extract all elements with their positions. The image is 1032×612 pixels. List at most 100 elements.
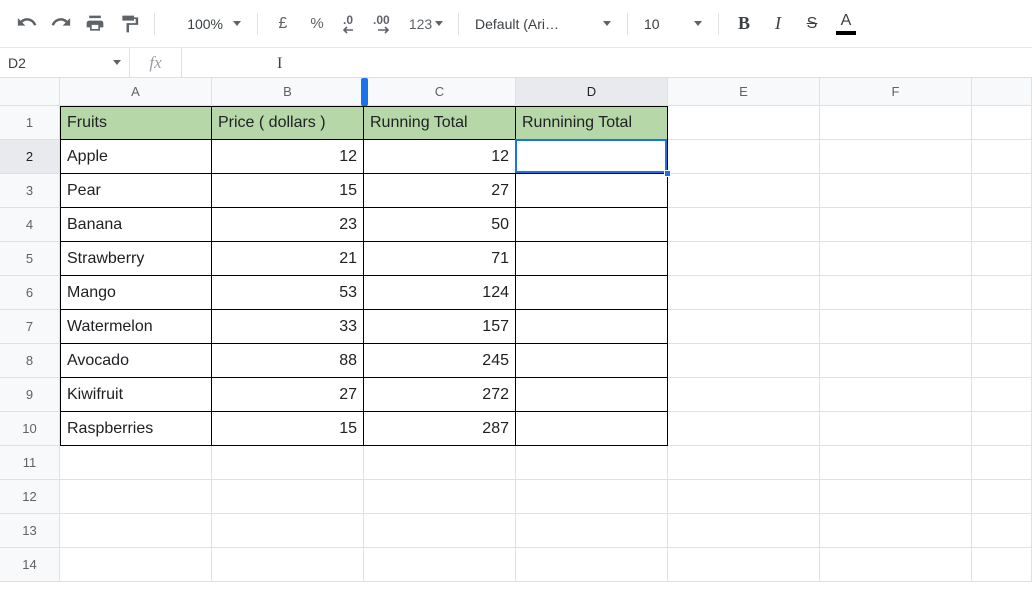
row-header-5[interactable]: 5 bbox=[0, 242, 60, 276]
row-header-14[interactable]: 14 bbox=[0, 548, 60, 582]
cell-A5[interactable]: Strawberry bbox=[60, 242, 212, 276]
cell-C14[interactable] bbox=[364, 548, 516, 582]
cell-A3[interactable]: Pear bbox=[60, 174, 212, 208]
cell-F11[interactable] bbox=[820, 446, 972, 480]
cell-A1[interactable]: Fruits bbox=[60, 106, 212, 140]
cell-D13[interactable] bbox=[516, 514, 668, 548]
cell-E11[interactable] bbox=[668, 446, 820, 480]
row-header-2[interactable]: 2 bbox=[0, 140, 60, 174]
cell-C11[interactable] bbox=[364, 446, 516, 480]
cell-D5[interactable] bbox=[516, 242, 668, 276]
cell-F9[interactable] bbox=[820, 378, 972, 412]
cell-D10[interactable] bbox=[516, 412, 668, 446]
cell-D12[interactable] bbox=[516, 480, 668, 514]
cell-E6[interactable] bbox=[668, 276, 820, 310]
cell-B9[interactable]: 27 bbox=[212, 378, 364, 412]
cell-C3[interactable]: 27 bbox=[364, 174, 516, 208]
cell-F6[interactable] bbox=[820, 276, 972, 310]
cell-E4[interactable] bbox=[668, 208, 820, 242]
cell-D9[interactable] bbox=[516, 378, 668, 412]
spreadsheet-grid[interactable]: ABCDEF 1234567891011121314 FruitsPrice (… bbox=[0, 78, 1032, 612]
font-size-dropdown[interactable]: 10 bbox=[638, 9, 708, 39]
text-color-button[interactable]: A bbox=[831, 9, 861, 39]
cell-B8[interactable]: 88 bbox=[212, 344, 364, 378]
cell-C1[interactable]: Running Total bbox=[364, 106, 516, 140]
cell-B13[interactable] bbox=[212, 514, 364, 548]
cell-B10[interactable]: 15 bbox=[212, 412, 364, 446]
row-header-6[interactable]: 6 bbox=[0, 276, 60, 310]
row-header-12[interactable]: 12 bbox=[0, 480, 60, 514]
cell-C13[interactable] bbox=[364, 514, 516, 548]
cell-B2[interactable]: 12 bbox=[212, 140, 364, 174]
cell-A2[interactable]: Apple bbox=[60, 140, 212, 174]
cell-E5[interactable] bbox=[668, 242, 820, 276]
cell-D1[interactable]: Runnining Total bbox=[516, 106, 668, 140]
cell-F5[interactable] bbox=[820, 242, 972, 276]
cell-F7[interactable] bbox=[820, 310, 972, 344]
column-header-E[interactable]: E bbox=[668, 78, 820, 106]
cell-B11[interactable] bbox=[212, 446, 364, 480]
column-header-A[interactable]: A bbox=[60, 78, 212, 106]
cell-A6[interactable]: Mango bbox=[60, 276, 212, 310]
strikethrough-button[interactable]: S bbox=[797, 9, 827, 39]
cell-A12[interactable] bbox=[60, 480, 212, 514]
row-header-8[interactable]: 8 bbox=[0, 344, 60, 378]
column-header-B[interactable]: B bbox=[212, 78, 364, 106]
row-header-9[interactable]: 9 bbox=[0, 378, 60, 412]
undo-button[interactable] bbox=[12, 9, 42, 39]
print-button[interactable] bbox=[80, 9, 110, 39]
cell-B12[interactable] bbox=[212, 480, 364, 514]
format-currency-button[interactable]: £ bbox=[268, 9, 298, 39]
italic-button[interactable]: I bbox=[763, 9, 793, 39]
cell-D6[interactable] bbox=[516, 276, 668, 310]
cell-E3[interactable] bbox=[668, 174, 820, 208]
cell-A13[interactable] bbox=[60, 514, 212, 548]
cell-C9[interactable]: 272 bbox=[364, 378, 516, 412]
cell-B7[interactable]: 33 bbox=[212, 310, 364, 344]
column-header-D[interactable]: D bbox=[516, 78, 668, 106]
column-header-C[interactable]: C bbox=[364, 78, 516, 106]
zoom-dropdown[interactable]: 100% bbox=[165, 10, 247, 38]
row-header-3[interactable]: 3 bbox=[0, 174, 60, 208]
cell-A11[interactable] bbox=[60, 446, 212, 480]
row-header-11[interactable]: 11 bbox=[0, 446, 60, 480]
cell-F8[interactable] bbox=[820, 344, 972, 378]
cell-D2[interactable] bbox=[516, 140, 668, 174]
cell-A9[interactable]: Kiwifruit bbox=[60, 378, 212, 412]
cell-C7[interactable]: 157 bbox=[364, 310, 516, 344]
cell-E13[interactable] bbox=[668, 514, 820, 548]
format-percent-button[interactable]: % bbox=[302, 9, 332, 39]
cell-E9[interactable] bbox=[668, 378, 820, 412]
cell-D8[interactable] bbox=[516, 344, 668, 378]
cell-A8[interactable]: Avocado bbox=[60, 344, 212, 378]
paint-format-button[interactable] bbox=[114, 9, 144, 39]
cell-B4[interactable]: 23 bbox=[212, 208, 364, 242]
formula-input[interactable] bbox=[182, 48, 1032, 77]
cell-F2[interactable] bbox=[820, 140, 972, 174]
cell-F1[interactable] bbox=[820, 106, 972, 140]
cell-A14[interactable] bbox=[60, 548, 212, 582]
cell-D7[interactable] bbox=[516, 310, 668, 344]
cell-C6[interactable]: 124 bbox=[364, 276, 516, 310]
cell-E14[interactable] bbox=[668, 548, 820, 582]
redo-button[interactable] bbox=[46, 9, 76, 39]
column-header-F[interactable]: F bbox=[820, 78, 972, 106]
cell-A4[interactable]: Banana bbox=[60, 208, 212, 242]
cell-F13[interactable] bbox=[820, 514, 972, 548]
cell-C8[interactable]: 245 bbox=[364, 344, 516, 378]
cell-E2[interactable] bbox=[668, 140, 820, 174]
row-header-13[interactable]: 13 bbox=[0, 514, 60, 548]
font-family-dropdown[interactable]: Default (Ari… bbox=[469, 9, 617, 39]
cell-F12[interactable] bbox=[820, 480, 972, 514]
cell-A7[interactable]: Watermelon bbox=[60, 310, 212, 344]
cell-F4[interactable] bbox=[820, 208, 972, 242]
cell-D14[interactable] bbox=[516, 548, 668, 582]
fill-handle[interactable] bbox=[664, 170, 671, 177]
cell-E7[interactable] bbox=[668, 310, 820, 344]
row-header-7[interactable]: 7 bbox=[0, 310, 60, 344]
cell-C10[interactable]: 287 bbox=[364, 412, 516, 446]
cell-F14[interactable] bbox=[820, 548, 972, 582]
cell-F3[interactable] bbox=[820, 174, 972, 208]
cell-B1[interactable]: Price ( dollars ) bbox=[212, 106, 364, 140]
column-resize-handle[interactable] bbox=[361, 78, 368, 106]
